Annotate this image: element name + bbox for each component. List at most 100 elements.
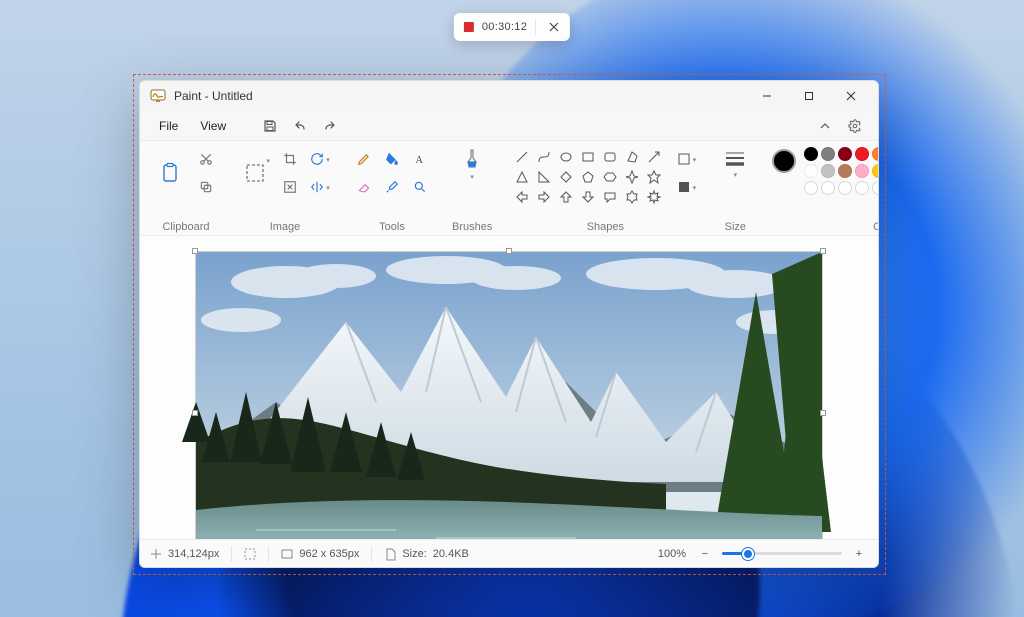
status-bar: 314,124px 962 x 635px Size: 20.4KB 100% …	[140, 539, 878, 567]
magnifier-tool[interactable]	[408, 175, 432, 199]
current-color[interactable]	[772, 149, 796, 173]
shape-polygon-icon[interactable]	[624, 149, 640, 165]
eraser-tool[interactable]	[352, 175, 376, 199]
flip-button[interactable]: ▾	[308, 175, 332, 199]
canvas-size: 962 x 635px	[299, 548, 359, 560]
shape-burst-icon[interactable]	[646, 189, 662, 205]
resize-handle-ne[interactable]	[820, 248, 826, 254]
color-swatch[interactable]	[855, 164, 869, 178]
menu-view[interactable]: View	[191, 114, 235, 138]
color-swatch[interactable]	[838, 147, 852, 161]
stop-record-icon[interactable]	[464, 22, 474, 32]
cut-button[interactable]	[194, 147, 218, 171]
color-swatch[interactable]	[872, 164, 879, 178]
color-picker-tool[interactable]	[380, 175, 404, 199]
shape-arrow-up-icon[interactable]	[558, 189, 574, 205]
shape-rtriangle-icon[interactable]	[536, 169, 552, 185]
zoom-slider[interactable]	[722, 552, 842, 555]
shape-fill-button[interactable]: ▾	[674, 175, 698, 199]
shape-4star-icon[interactable]	[624, 169, 640, 185]
ribbon-label-image: Image	[270, 217, 301, 233]
shape-arrow-right-icon[interactable]	[536, 189, 552, 205]
canvas-area[interactable]	[140, 236, 878, 539]
shape-roundrect-icon[interactable]	[602, 149, 618, 165]
collapse-ribbon-button[interactable]	[812, 113, 838, 139]
ribbon-group-tools: A Tools	[344, 147, 440, 233]
paste-button[interactable]	[154, 156, 188, 190]
ribbon-label-colors: Colors	[873, 217, 879, 233]
settings-button[interactable]	[842, 113, 868, 139]
ribbon-group-brushes: ▾ Brushes	[444, 147, 500, 233]
color-swatch[interactable]	[804, 147, 818, 161]
ribbon-label-shapes: Shapes	[587, 217, 624, 233]
cursor-position: 314,124px	[168, 548, 219, 560]
shape-line-icon[interactable]	[514, 149, 530, 165]
shape-arrow-left-icon[interactable]	[514, 189, 530, 205]
resize-handle-nw[interactable]	[192, 248, 198, 254]
ribbon-group-colors: Colors	[764, 147, 879, 233]
select-button[interactable]: ▾	[238, 156, 272, 190]
color-swatch[interactable]	[821, 147, 835, 161]
resize-handle-n[interactable]	[506, 248, 512, 254]
window-title: Paint - Untitled	[174, 89, 253, 103]
color-swatch[interactable]	[804, 181, 818, 195]
file-size: 20.4KB	[433, 548, 469, 560]
undo-button[interactable]	[287, 113, 313, 139]
copy-button[interactable]	[194, 175, 218, 199]
shape-rect-icon[interactable]	[580, 149, 596, 165]
paint-app-icon	[150, 88, 166, 104]
ribbon-group-clipboard: Clipboard	[146, 147, 226, 233]
save-button[interactable]	[257, 113, 283, 139]
fill-tool[interactable]	[380, 147, 404, 171]
crop-button[interactable]	[278, 147, 302, 171]
recorder-close-button[interactable]	[544, 17, 564, 37]
selection-size-icon	[244, 548, 256, 560]
zoom-level: 100%	[658, 548, 686, 560]
shapes-gallery[interactable]	[512, 147, 664, 207]
color-swatch[interactable]	[872, 147, 879, 161]
shape-5star-icon[interactable]	[646, 169, 662, 185]
color-swatch[interactable]	[804, 164, 818, 178]
minimize-button[interactable]	[746, 81, 788, 111]
zoom-in-button[interactable]: +	[850, 545, 868, 563]
close-button[interactable]	[830, 81, 872, 111]
redo-button[interactable]	[317, 113, 343, 139]
ribbon-group-size: ▾ Size	[710, 147, 760, 233]
shape-oval-icon[interactable]	[558, 149, 574, 165]
color-swatch[interactable]	[838, 164, 852, 178]
maximize-button[interactable]	[788, 81, 830, 111]
color-swatch[interactable]	[821, 164, 835, 178]
shape-arrow-down-icon[interactable]	[580, 189, 596, 205]
brushes-button[interactable]: ▾	[455, 147, 489, 181]
color-swatch[interactable]	[872, 181, 879, 195]
color-swatch[interactable]	[855, 181, 869, 195]
color-swatch[interactable]	[855, 147, 869, 161]
shape-callout-icon[interactable]	[602, 189, 618, 205]
resize-handle-e[interactable]	[820, 410, 826, 416]
canvas[interactable]	[196, 252, 822, 539]
pencil-tool[interactable]	[352, 147, 376, 171]
canvas-size-icon	[281, 548, 293, 560]
resize-button[interactable]	[278, 175, 302, 199]
shape-outline-button[interactable]: ▾	[674, 147, 698, 171]
ribbon-label-tools: Tools	[379, 217, 405, 233]
shape-diamond-icon[interactable]	[558, 169, 574, 185]
shape-6star-icon[interactable]	[624, 189, 640, 205]
titlebar: Paint - Untitled	[140, 81, 878, 111]
text-tool[interactable]: A	[408, 147, 432, 171]
zoom-out-button[interactable]: −	[696, 545, 714, 563]
color-swatch[interactable]	[821, 181, 835, 195]
shape-arrow-icon[interactable]	[646, 149, 662, 165]
menu-file[interactable]: File	[150, 114, 187, 138]
stroke-size-button[interactable]: ▾	[718, 147, 752, 181]
svg-text:A: A	[415, 155, 423, 166]
shape-curve-icon[interactable]	[536, 149, 552, 165]
rotate-button[interactable]: ▾	[308, 147, 332, 171]
ribbon-label-size: Size	[725, 217, 746, 233]
shape-pentagon-icon[interactable]	[580, 169, 596, 185]
shape-hexagon-icon[interactable]	[602, 169, 618, 185]
resize-handle-w[interactable]	[192, 410, 198, 416]
ribbon-label-brushes: Brushes	[452, 217, 492, 233]
shape-triangle-icon[interactable]	[514, 169, 530, 185]
color-swatch[interactable]	[838, 181, 852, 195]
